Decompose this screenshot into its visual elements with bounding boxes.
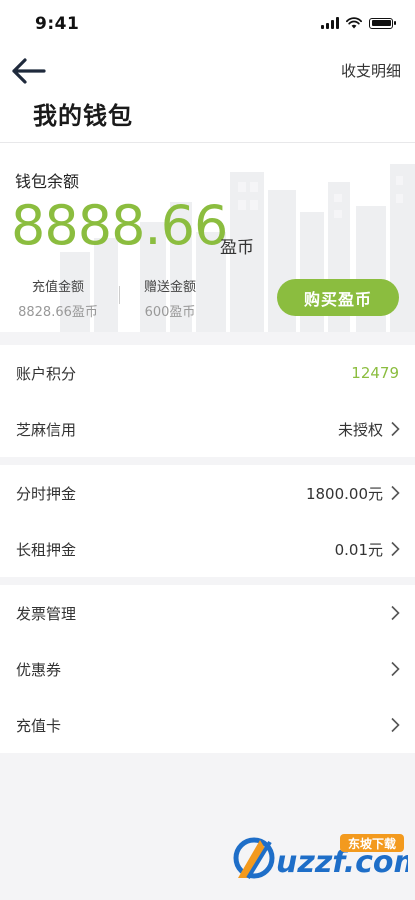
transaction-detail-link[interactable]: 收支明细 — [341, 60, 401, 81]
list-item-label: 充值卡 — [16, 716, 62, 735]
list-item-long-term-deposit[interactable]: 长租押金 0.01元 — [0, 521, 415, 577]
long-term-deposit-value: 0.01元 — [334, 540, 383, 559]
chevron-right-icon — [391, 541, 400, 557]
wifi-icon — [346, 17, 362, 29]
page-title: 我的钱包 — [33, 102, 133, 130]
list-item-invoice[interactable]: 发票管理 — [0, 585, 415, 641]
chevron-right-icon — [391, 661, 400, 677]
chevron-right-icon — [391, 717, 400, 733]
list-item-hourly-deposit[interactable]: 分时押金 1800.00元 — [0, 465, 415, 521]
list-item-label: 分时押金 — [16, 484, 77, 503]
gift-amount-label: 赠送金额 — [143, 280, 196, 295]
list-item-label: 账户积分 — [16, 364, 77, 383]
battery-icon — [369, 17, 396, 29]
points-value: 12479 — [351, 364, 399, 382]
wallet-balance-label: 钱包余额 — [15, 172, 80, 191]
arrow-left-icon[interactable] — [10, 56, 50, 86]
status-icons — [321, 17, 396, 29]
hourly-deposit-value: 1800.00元 — [305, 484, 383, 503]
watermark-tag-text: 东坡下载 — [348, 836, 396, 851]
list-item-label: 长租押金 — [16, 540, 77, 559]
services-group: 发票管理 优惠券 充值卡 — [0, 585, 415, 753]
uzzf-watermark-logo: uzzf.com 东坡下载 — [233, 834, 408, 880]
deposit-group: 分时押金 1800.00元 长租押金 0.01元 — [0, 465, 415, 577]
chevron-right-icon — [391, 605, 400, 621]
list-item-label: 优惠券 — [16, 660, 62, 679]
recharge-amount: 充值金额 8828.66盈币 — [8, 276, 108, 320]
list-item-sesame-credit[interactable]: 芝麻信用 未授权 — [0, 401, 415, 457]
recharge-amount-value: 8828.66盈币 — [18, 305, 98, 320]
list-item-coupons[interactable]: 优惠券 — [0, 641, 415, 697]
chevron-right-icon — [391, 421, 400, 437]
sesame-credit-status: 未授权 — [337, 420, 383, 439]
chevron-right-icon — [391, 485, 400, 501]
status-bar: 9:41 — [0, 0, 415, 50]
page-header: 收支明细 我的钱包 — [0, 50, 415, 142]
list-item-label: 芝麻信用 — [16, 420, 77, 439]
list-item-label: 发票管理 — [16, 604, 77, 623]
wallet-balance-unit: 盈币 — [220, 238, 254, 258]
signal-icon — [321, 17, 339, 29]
wallet-card: 钱包余额 8888.66 盈币 充值金额 8828.66盈币 赠送金额 600盈… — [0, 142, 415, 332]
gift-amount: 赠送金额 600盈币 — [120, 276, 220, 320]
account-group: 账户积分 12479 芝麻信用 未授权 — [0, 345, 415, 457]
list-item-points[interactable]: 账户积分 12479 — [0, 345, 415, 401]
list-item-recharge-card[interactable]: 充值卡 — [0, 697, 415, 753]
wallet-balance-amount: 8888.66 — [11, 194, 228, 257]
buy-coins-button[interactable]: 购买盈币 — [277, 279, 399, 316]
status-time: 9:41 — [35, 14, 80, 34]
recharge-amount-label: 充值金额 — [31, 280, 84, 295]
gift-amount-value: 600盈币 — [144, 305, 196, 320]
